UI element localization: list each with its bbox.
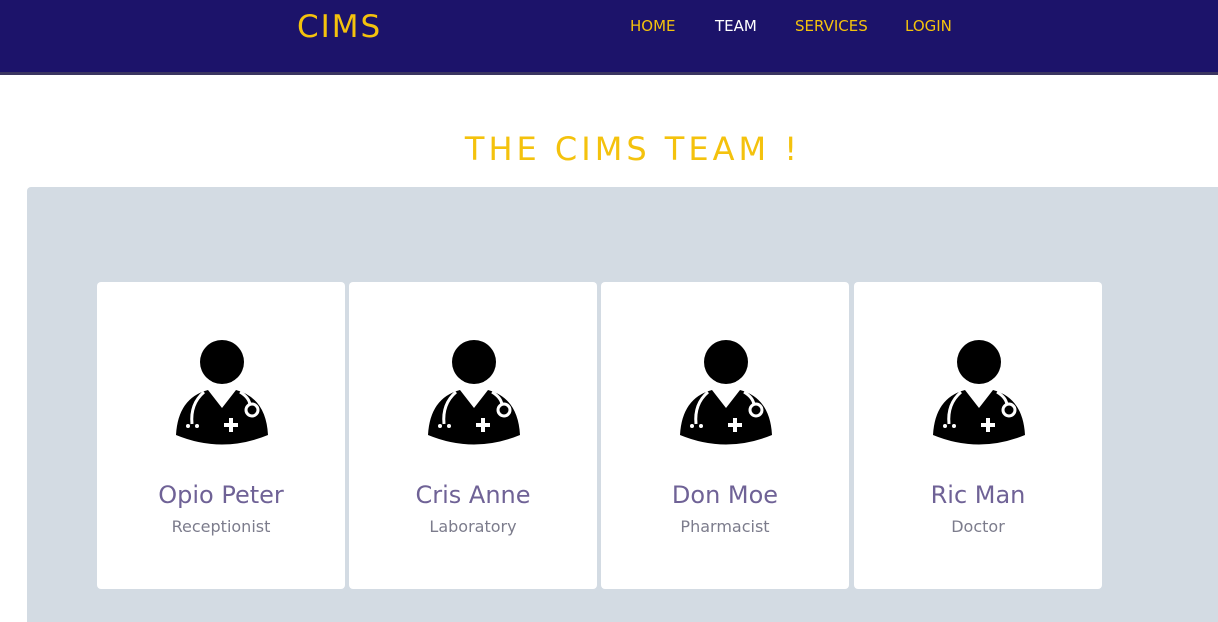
member-role: Receptionist	[171, 517, 271, 536]
member-name: Cris Anne	[415, 481, 531, 509]
member-role: Pharmacist	[680, 517, 770, 536]
team-card: Ric Man Doctor	[854, 282, 1102, 589]
nav-services-link[interactable]: SERVICES	[795, 17, 868, 35]
doctor-icon	[176, 340, 268, 445]
section-title: THE CIMS TEAM !	[464, 130, 802, 168]
nav-team-link[interactable]: TEAM	[715, 17, 757, 35]
doctor-icon	[933, 340, 1025, 445]
nav-login-link[interactable]: LOGIN	[905, 17, 952, 35]
doctor-icon	[428, 340, 520, 445]
nav-home-link[interactable]: HOME	[630, 17, 676, 35]
member-name: Ric Man	[930, 481, 1026, 509]
member-role: Doctor	[951, 517, 1005, 536]
member-name: Opio Peter	[158, 481, 284, 509]
team-card: Cris Anne Laboratory	[349, 282, 597, 589]
team-card: Opio Peter Receptionist	[97, 282, 345, 589]
doctor-icon	[680, 340, 772, 445]
navbar: CIMS HOME TEAM SERVICES LOGIN	[0, 0, 1218, 75]
member-name: Don Moe	[671, 481, 779, 509]
member-role: Laboratory	[429, 517, 517, 536]
brand-logo[interactable]: CIMS	[297, 9, 382, 45]
team-card: Don Moe Pharmacist	[601, 282, 849, 589]
